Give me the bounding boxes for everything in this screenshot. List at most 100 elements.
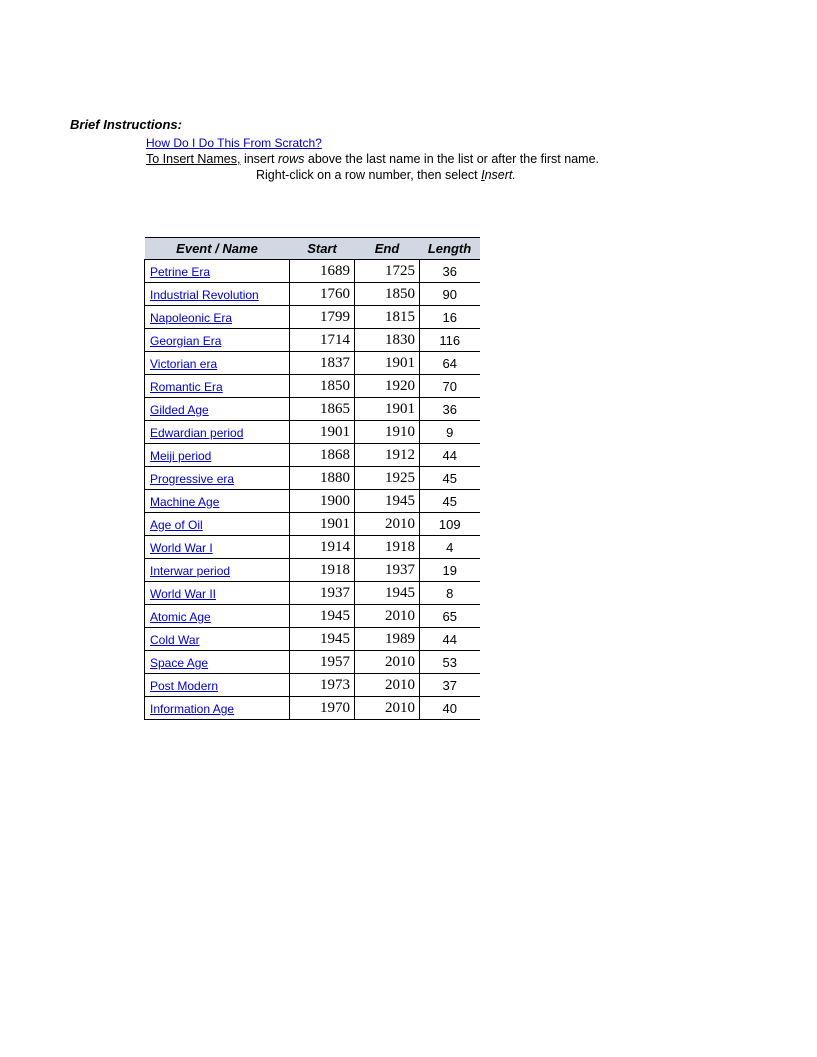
instr2-pre: Right-click on a row number, then select <box>256 168 481 182</box>
event-name-cell: Meiji period <box>145 444 290 467</box>
end-cell: 1830 <box>355 329 420 352</box>
event-link[interactable]: Victorian era <box>150 357 217 371</box>
event-name-cell: Petrine Era <box>145 260 290 283</box>
how-link-line: How Do I Do This From Scratch? <box>70 136 817 150</box>
start-cell: 1901 <box>290 513 355 536</box>
end-cell: 2010 <box>355 674 420 697</box>
length-cell: 45 <box>420 490 480 513</box>
length-cell: 44 <box>420 628 480 651</box>
start-cell: 1970 <box>290 697 355 720</box>
table-row: Atomic Age1945201065 <box>145 605 480 628</box>
event-name-cell: Age of Oil <box>145 513 290 536</box>
end-cell: 1945 <box>355 582 420 605</box>
end-cell: 1925 <box>355 467 420 490</box>
col-header-length: Length <box>420 238 480 260</box>
event-link[interactable]: Industrial Revolution <box>150 288 259 302</box>
length-cell: 64 <box>420 352 480 375</box>
end-cell: 2010 <box>355 605 420 628</box>
table-row: Interwar period1918193719 <box>145 559 480 582</box>
table-header-row: Event / Name Start End Length <box>145 238 480 260</box>
event-name-cell: Interwar period <box>145 559 290 582</box>
event-name-cell: Romantic Era <box>145 375 290 398</box>
end-cell: 1912 <box>355 444 420 467</box>
page-content: Brief Instructions: How Do I Do This Fro… <box>0 0 817 720</box>
event-link[interactable]: Interwar period <box>150 564 230 578</box>
event-name-cell: Victorian era <box>145 352 290 375</box>
end-cell: 1901 <box>355 352 420 375</box>
length-cell: 9 <box>420 421 480 444</box>
event-link[interactable]: Napoleonic Era <box>150 311 232 325</box>
end-cell: 1989 <box>355 628 420 651</box>
end-cell: 1910 <box>355 421 420 444</box>
length-cell: 8 <box>420 582 480 605</box>
end-cell: 1920 <box>355 375 420 398</box>
length-cell: 53 <box>420 651 480 674</box>
event-link[interactable]: Progressive era <box>150 472 234 486</box>
length-cell: 16 <box>420 306 480 329</box>
start-cell: 1880 <box>290 467 355 490</box>
table-row: Age of Oil19012010109 <box>145 513 480 536</box>
end-cell: 1815 <box>355 306 420 329</box>
event-name-cell: Post Modern <box>145 674 290 697</box>
event-link[interactable]: Petrine Era <box>150 265 210 279</box>
start-cell: 1914 <box>290 536 355 559</box>
table-row: World War II 193719458 <box>145 582 480 605</box>
event-link[interactable]: Space Age <box>150 656 208 670</box>
event-name-cell: Space Age <box>145 651 290 674</box>
start-cell: 1945 <box>290 628 355 651</box>
start-cell: 1901 <box>290 421 355 444</box>
event-link[interactable]: World War I <box>150 541 213 555</box>
end-cell: 1937 <box>355 559 420 582</box>
event-link[interactable]: Georgian Era <box>150 334 221 348</box>
section-heading: Brief Instructions: <box>70 117 817 132</box>
end-cell: 1850 <box>355 283 420 306</box>
event-link[interactable]: World War II <box>150 587 216 601</box>
start-cell: 1865 <box>290 398 355 421</box>
event-name-cell: Cold War <box>145 628 290 651</box>
length-cell: 70 <box>420 375 480 398</box>
event-name-cell: Progressive era <box>145 467 290 490</box>
insert-names-lead: To Insert Names, <box>146 152 240 166</box>
length-cell: 37 <box>420 674 480 697</box>
end-cell: 1918 <box>355 536 420 559</box>
start-cell: 1900 <box>290 490 355 513</box>
event-name-cell: World War I <box>145 536 290 559</box>
length-cell: 19 <box>420 559 480 582</box>
event-name-cell: World War II <box>145 582 290 605</box>
table-row: Information Age1970201040 <box>145 697 480 720</box>
event-link[interactable]: Edwardian period <box>150 426 243 440</box>
event-link[interactable]: Romantic Era <box>150 380 223 394</box>
event-link[interactable]: Cold War <box>150 633 200 647</box>
end-cell: 1901 <box>355 398 420 421</box>
event-link[interactable]: Post Modern <box>150 679 218 693</box>
event-link[interactable]: Age of Oil <box>150 518 203 532</box>
length-cell: 36 <box>420 398 480 421</box>
event-link[interactable]: Gilded Age <box>150 403 209 417</box>
event-name-cell: Atomic Age <box>145 605 290 628</box>
event-name-cell: Georgian Era <box>145 329 290 352</box>
start-cell: 1937 <box>290 582 355 605</box>
table-row: Gilded Age 1865190136 <box>145 398 480 421</box>
how-do-i-link[interactable]: How Do I Do This From Scratch? <box>146 136 322 150</box>
col-header-event: Event / Name <box>145 238 290 260</box>
table-row: Space Age1957201053 <box>145 651 480 674</box>
event-name-cell: Information Age <box>145 697 290 720</box>
start-cell: 1837 <box>290 352 355 375</box>
event-link[interactable]: Information Age <box>150 702 234 716</box>
table-row: Progressive era1880192545 <box>145 467 480 490</box>
start-cell: 1799 <box>290 306 355 329</box>
start-cell: 1973 <box>290 674 355 697</box>
start-cell: 1689 <box>290 260 355 283</box>
event-link[interactable]: Atomic Age <box>150 610 211 624</box>
table-row: Georgian Era17141830116 <box>145 329 480 352</box>
end-cell: 2010 <box>355 697 420 720</box>
table-row: World War I191419184 <box>145 536 480 559</box>
event-link[interactable]: Machine Age <box>150 495 219 509</box>
table-body: Petrine Era1689172536Industrial Revoluti… <box>145 260 480 720</box>
length-cell: 116 <box>420 329 480 352</box>
event-link[interactable]: Meiji period <box>150 449 211 463</box>
start-cell: 1850 <box>290 375 355 398</box>
table-row: Victorian era 1837190164 <box>145 352 480 375</box>
col-header-start: Start <box>290 238 355 260</box>
table-row: Napoleonic Era 1799181516 <box>145 306 480 329</box>
